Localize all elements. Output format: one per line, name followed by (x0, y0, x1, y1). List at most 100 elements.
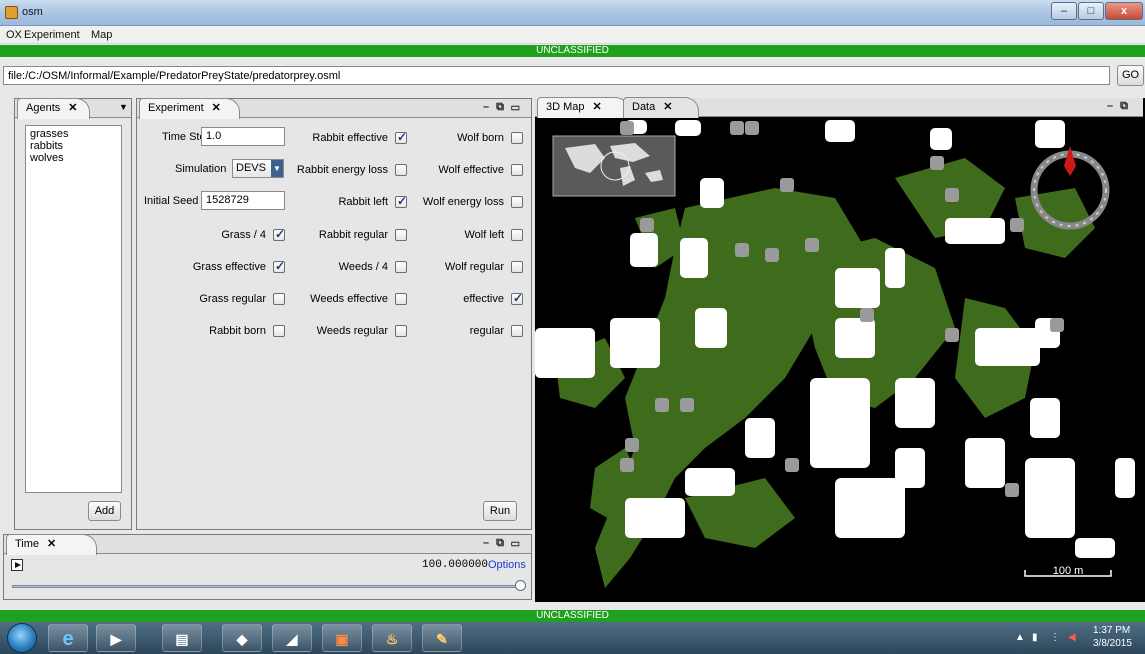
checkbox-label: Grass / 4 (221, 229, 266, 241)
menu-bar: OX Experiment Map (0, 26, 1145, 44)
world-minimap[interactable] (552, 135, 676, 197)
wolf-energy-loss-checkbox[interactable] (511, 196, 523, 208)
weeds-effective-checkbox[interactable] (395, 293, 407, 305)
minimize-maximize-icons[interactable]: – ⧉ (1107, 100, 1130, 113)
weeds-regular-checkbox[interactable] (395, 325, 407, 337)
list-item[interactable]: grasses (30, 128, 117, 140)
battery-icon[interactable]: ▮ (1032, 632, 1038, 643)
internet-explorer-icon[interactable]: e (48, 624, 88, 652)
grass-effective-checkbox[interactable] (273, 259, 285, 273)
scale-label: 100 m (1053, 565, 1084, 577)
menu-experiment[interactable]: Experiment (24, 29, 80, 41)
rabbit-born-checkbox[interactable] (273, 325, 285, 337)
rabbit-energy-loss-checkbox[interactable] (395, 164, 407, 176)
simulation-label: Simulation (175, 163, 227, 175)
tab-data[interactable]: Data ✕ (623, 97, 700, 118)
time-slider-track[interactable] (12, 585, 522, 588)
window-title: osm (22, 6, 43, 18)
agents-list[interactable]: grasses rabbits wolves (25, 125, 122, 493)
volume-icon[interactable]: ◀ (1068, 632, 1076, 643)
list-item[interactable]: wolves (30, 152, 117, 164)
checkbox-label: Wolf left (464, 229, 504, 241)
tray-arrow-icon[interactable]: ▲ (1015, 632, 1025, 643)
agents-tabstrip: Agents ✕ ▼ (15, 98, 131, 119)
initial-seed-label: Initial Seed (144, 195, 199, 207)
checkbox-label: effective (463, 293, 504, 305)
wolf-born-checkbox[interactable] (511, 132, 523, 144)
wolf-left-checkbox[interactable] (511, 229, 523, 241)
chevron-down-icon[interactable]: ▼ (119, 102, 128, 112)
paint-icon[interactable]: ✎ (422, 624, 462, 652)
powerpoint-icon[interactable]: ▣ (322, 624, 362, 652)
agents-panel: Agents ✕ ▼ grasses rabbits wolves Add (14, 98, 132, 530)
close-tab-icon[interactable]: ✕ (663, 101, 672, 113)
close-tab-icon[interactable]: ✕ (212, 102, 221, 114)
menu-map[interactable]: Map (91, 29, 112, 41)
classification-banner-top: UNCLASSIFIED (0, 45, 1145, 57)
simulation-select[interactable]: DEVS ▼ (232, 159, 284, 178)
checkbox-label: Weeds effective (310, 293, 388, 305)
clock-time[interactable]: 1:37 PM (1093, 625, 1130, 636)
checkbox-label: Wolf regular (444, 261, 504, 273)
minimize-button[interactable]: – (1051, 2, 1077, 20)
regular-checkbox[interactable] (511, 325, 523, 337)
windows-taskbar: e ▶ ▤ ◆ ◢ ▣ ♨ ✎ ▲ ▮ ⋮ ◀ 1:37 PM 3/8/2015 (0, 622, 1145, 654)
checkbox-label: Grass effective (192, 261, 266, 273)
tab-time-label: Time (15, 538, 40, 550)
tab-3d-map-label: 3D Map (546, 101, 585, 113)
wolf-regular-checkbox[interactable] (511, 261, 523, 273)
java-app-icon[interactable]: ♨ (372, 624, 412, 652)
media-player-icon[interactable]: ▶ (96, 624, 136, 652)
world-map-canvas[interactable]: 100 m (535, 118, 1143, 600)
map-tabstrip: 3D Map ✕ Data ✕ – ⧉ (535, 97, 1143, 118)
list-item[interactable]: rabbits (30, 140, 117, 152)
options-link[interactable]: Options (488, 559, 526, 571)
address-input[interactable] (3, 66, 1110, 85)
start-button[interactable] (7, 623, 37, 653)
java-app-icon (5, 6, 18, 19)
rabbit-effective-checkbox[interactable] (395, 130, 407, 144)
grass-regular-checkbox[interactable] (273, 293, 285, 305)
menu-ox[interactable]: OX (6, 29, 22, 41)
clock-date[interactable]: 3/8/2015 (1093, 638, 1132, 649)
tab-time[interactable]: Time ✕ (6, 534, 98, 555)
time-step-input[interactable]: 1.0 (201, 127, 285, 146)
minimize-maximize-icons[interactable]: – ⧉ ▭ (483, 101, 521, 114)
go-button[interactable]: GO (1117, 65, 1144, 86)
classification-banner-bottom: UNCLASSIFIED (0, 610, 1145, 622)
close-tab-icon[interactable]: ✕ (68, 102, 77, 114)
rabbit-regular-checkbox[interactable] (395, 229, 407, 241)
time-slider-thumb[interactable] (515, 580, 526, 591)
run-button[interactable]: Run (483, 501, 517, 521)
checkbox-label: Wolf effective (438, 164, 504, 176)
grass-4-checkbox[interactable] (273, 227, 285, 241)
map-panel: 3D Map ✕ Data ✕ – ⧉ 100 m (535, 97, 1145, 602)
time-value: 100.000000 (422, 559, 489, 571)
checkbox-label: Rabbit energy loss (296, 164, 388, 176)
tab-experiment[interactable]: Experiment ✕ (139, 98, 240, 119)
checkbox-label: Wolf energy loss (422, 196, 504, 208)
rabbit-left-checkbox[interactable] (395, 194, 407, 208)
minimize-maximize-icons[interactable]: – ⧉ ▭ (483, 537, 521, 550)
wolf-effective-checkbox[interactable] (511, 164, 523, 176)
effective-checkbox[interactable] (511, 291, 523, 305)
file-explorer-icon[interactable]: ▤ (162, 624, 202, 652)
virtualbox-icon[interactable]: ◆ (222, 624, 262, 652)
time-panel: Time ✕ – ⧉ ▭ 100.000000 Options (3, 534, 532, 600)
tab-3d-map[interactable]: 3D Map ✕ (537, 97, 629, 118)
initial-seed-input[interactable]: 1528729 (201, 191, 285, 210)
weeds-4-checkbox[interactable] (395, 261, 407, 273)
close-tab-icon[interactable]: ✕ (47, 538, 56, 550)
maximize-button[interactable]: □ (1078, 2, 1104, 20)
close-button[interactable]: x (1105, 2, 1143, 20)
experiment-panel: Experiment ✕ – ⧉ ▭ Time Step 1.0 Simulati… (136, 98, 532, 530)
notes-app-icon[interactable]: ◢ (272, 624, 312, 652)
checkbox-label: Wolf born (457, 132, 504, 144)
tab-agents[interactable]: Agents ✕ (17, 98, 91, 119)
close-tab-icon[interactable]: ✕ (593, 101, 602, 113)
play-icon[interactable] (11, 559, 23, 571)
tab-data-label: Data (632, 101, 656, 113)
network-icon[interactable]: ⋮ (1050, 632, 1060, 643)
add-agent-button[interactable]: Add (88, 501, 121, 521)
experiment-tabstrip: Experiment ✕ – ⧉ ▭ (137, 98, 531, 119)
